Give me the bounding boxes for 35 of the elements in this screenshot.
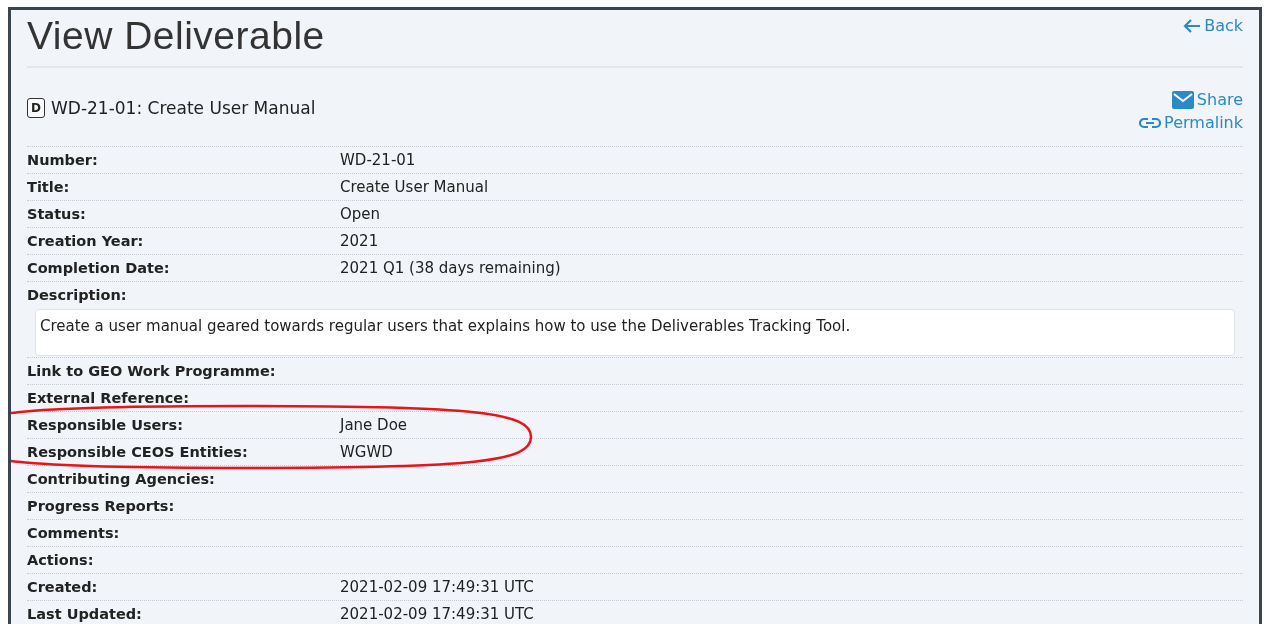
description-text: Create a user manual geared towards regular users that explains how to use the Deliverables Tracking Tool. xyxy=(35,309,1235,356)
field-label: Actions: xyxy=(27,552,95,568)
field-label: Number: xyxy=(27,152,99,168)
field-label: Link to GEO Work Programme: xyxy=(27,363,277,379)
page-title: View Deliverable xyxy=(27,14,325,58)
field-value: 2021-02-09 17:49:31 UTC xyxy=(340,605,534,623)
field-label: Description: xyxy=(27,287,127,303)
field-value: Create User Manual xyxy=(340,178,489,196)
field-value: 2021 xyxy=(340,232,379,250)
type-badge: D xyxy=(27,98,45,118)
field-label: Creation Year: xyxy=(27,233,145,249)
field-label: Responsible Users: xyxy=(27,417,184,433)
field-value: Open xyxy=(340,205,381,223)
envelope-icon xyxy=(1171,90,1194,109)
field-label: Last Updated: xyxy=(27,606,143,622)
field-label: Responsible CEOS Entities: xyxy=(27,444,249,460)
permalink-link[interactable]: Permalink xyxy=(1139,113,1243,132)
field-label: Comments: xyxy=(27,525,121,541)
link-icon xyxy=(1139,116,1162,129)
field-value: 2021-02-09 17:49:31 UTC xyxy=(340,578,534,596)
field-label: Created: xyxy=(27,579,99,595)
field-value: WD-21-01 xyxy=(340,151,416,169)
field-value: WGWD xyxy=(340,443,393,461)
field-value: 2021 Q1 (38 days remaining) xyxy=(340,259,561,277)
field-label: External Reference: xyxy=(27,390,190,406)
deliverable-heading: WD-21-01: Create User Manual xyxy=(51,98,316,118)
field-label: Title: xyxy=(27,179,71,195)
field-label: Contributing Agencies: xyxy=(27,471,216,487)
share-link[interactable]: Share xyxy=(1171,90,1243,109)
field-label: Status: xyxy=(27,206,87,222)
arrow-left-icon xyxy=(1183,17,1202,34)
back-link[interactable]: Back xyxy=(1183,16,1243,35)
field-label: Completion Date: xyxy=(27,260,171,276)
field-label: Progress Reports: xyxy=(27,498,176,514)
field-value: Jane Doe xyxy=(340,416,408,434)
